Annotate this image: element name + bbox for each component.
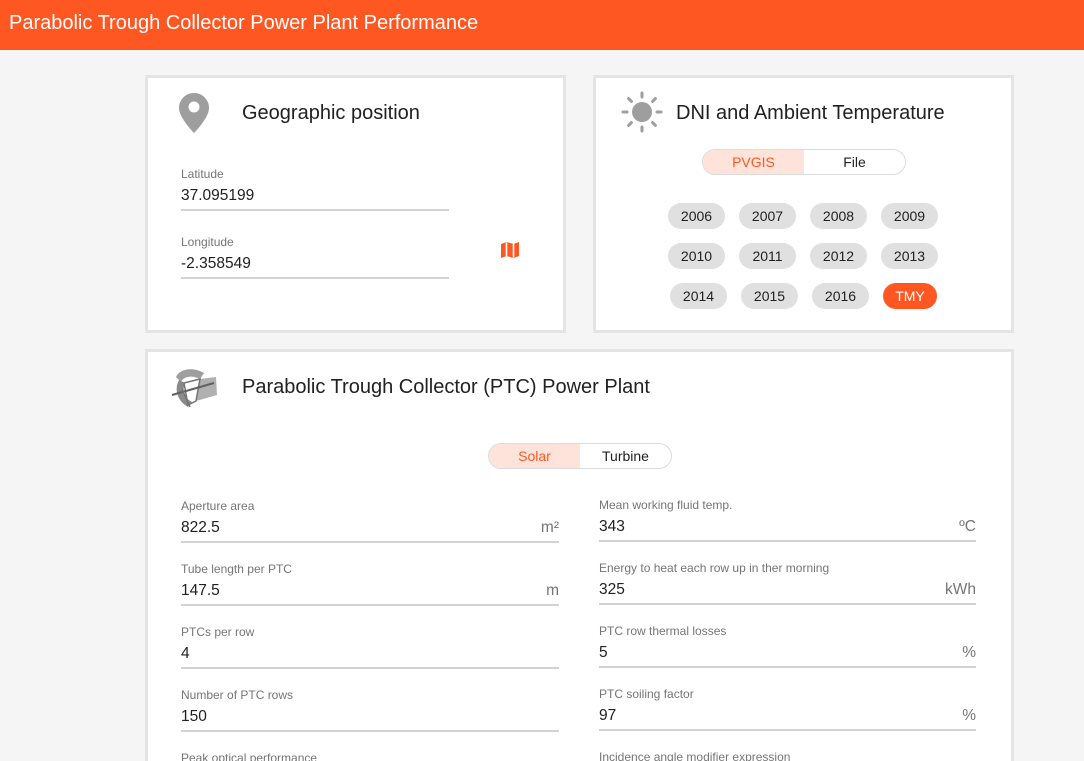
longitude-input[interactable]: -2.358549	[181, 255, 251, 273]
field-underline	[599, 729, 976, 731]
year-chip[interactable]: 2015	[741, 283, 798, 309]
map-pin-icon	[179, 93, 209, 133]
tube-length-input[interactable]: 147.5	[181, 582, 220, 600]
field-label: PTCs per row	[181, 625, 255, 639]
mean-fluid-temp-field[interactable]: Mean working fluid temp. 343 ºC	[599, 498, 976, 544]
row-thermal-losses-input[interactable]: 5	[599, 644, 608, 662]
year-chip[interactable]: 2013	[881, 243, 938, 269]
source-option-pvgis[interactable]: PVGIS	[703, 150, 804, 174]
heat-up-energy-input[interactable]: 325	[599, 581, 625, 599]
geographic-position-card: Geographic position Latitude 37.095199 L…	[145, 75, 566, 333]
year-chip[interactable]: 2016	[812, 283, 869, 309]
field-label: Energy to heat each row up in ther morni…	[599, 561, 830, 575]
field-unit: %	[962, 644, 976, 661]
trough-collector-icon	[171, 369, 217, 408]
tab-turbine[interactable]: Turbine	[580, 444, 671, 468]
field-underline	[181, 730, 559, 732]
source-option-file[interactable]: File	[804, 150, 905, 174]
latitude-field[interactable]: Latitude 37.095199	[181, 167, 449, 213]
app-title: Parabolic Trough Collector Power Plant P…	[9, 12, 479, 34]
field-label: PTC row thermal losses	[599, 624, 727, 638]
map-icon[interactable]	[500, 241, 520, 259]
field-label: Mean working fluid temp.	[599, 498, 733, 512]
dni-card-title: DNI and Ambient Temperature	[676, 102, 945, 124]
incidence-angle-modifier-field[interactable]: Incidence angle modifier expression	[599, 750, 976, 761]
dni-temperature-card: DNI and Ambient Temperature PVGIS File 2…	[593, 75, 1014, 333]
field-underline	[599, 540, 976, 542]
field-label: Incidence angle modifier expression	[599, 750, 791, 761]
field-underline	[181, 604, 559, 606]
tube-length-field[interactable]: Tube length per PTC 147.5 m	[181, 562, 559, 608]
field-label: Tube length per PTC	[181, 562, 292, 576]
year-chip[interactable]: 2008	[810, 203, 867, 229]
year-chip[interactable]: 2009	[881, 203, 938, 229]
latitude-underline	[181, 209, 449, 211]
latitude-label: Latitude	[181, 167, 224, 181]
aperture-area-field[interactable]: Aperture area 822.5 m²	[181, 499, 559, 545]
dni-source-toggle: PVGIS File	[702, 149, 906, 175]
ptc-power-plant-card: Parabolic Trough Collector (PTC) Power P…	[145, 349, 1014, 761]
heat-up-energy-field[interactable]: Energy to heat each row up in ther morni…	[599, 561, 976, 607]
aperture-area-input[interactable]: 822.5	[181, 519, 220, 537]
latitude-input[interactable]: 37.095199	[181, 187, 254, 205]
field-unit: m²	[540, 519, 559, 536]
year-chip[interactable]: 2014	[670, 283, 727, 309]
field-unit: kWh	[945, 581, 976, 598]
field-label: Number of PTC rows	[181, 688, 294, 702]
ptc-card-title: Parabolic Trough Collector (PTC) Power P…	[242, 376, 650, 398]
field-underline	[181, 541, 559, 543]
year-chip[interactable]: 2006	[668, 203, 725, 229]
ptc-rows-field[interactable]: Number of PTC rows 150	[181, 688, 559, 734]
longitude-label: Longitude	[181, 235, 234, 249]
soiling-factor-input[interactable]: 97	[599, 707, 616, 725]
longitude-field[interactable]: Longitude -2.358549	[181, 235, 449, 281]
longitude-underline	[181, 277, 449, 279]
field-underline	[181, 667, 559, 669]
year-chip[interactable]: 2007	[739, 203, 796, 229]
field-unit: %	[962, 707, 976, 724]
field-unit: m	[546, 582, 559, 599]
field-underline	[599, 603, 976, 605]
ptcs-per-row-field[interactable]: PTCs per row 4	[181, 625, 559, 671]
ptcs-per-row-input[interactable]: 4	[181, 645, 190, 663]
field-unit: ºC	[959, 518, 976, 535]
year-chip-selected[interactable]: TMY	[883, 283, 937, 309]
peak-optical-performance-field[interactable]: Peak optical performance	[181, 751, 559, 761]
sun-icon	[621, 91, 663, 133]
mean-fluid-temp-input[interactable]: 343	[599, 518, 625, 536]
row-thermal-losses-field[interactable]: PTC row thermal losses 5 %	[599, 624, 976, 670]
year-chip[interactable]: 2010	[668, 243, 725, 269]
year-chip[interactable]: 2011	[739, 243, 796, 269]
tab-solar[interactable]: Solar	[489, 444, 580, 468]
ptc-rows-input[interactable]: 150	[181, 708, 207, 726]
field-label: Aperture area	[181, 499, 255, 513]
field-underline	[599, 666, 976, 668]
field-label: Peak optical performance	[181, 751, 318, 761]
ptc-section-toggle: Solar Turbine	[488, 443, 672, 469]
soiling-factor-field[interactable]: PTC soiling factor 97 %	[599, 687, 976, 733]
geo-card-title: Geographic position	[242, 102, 420, 124]
field-label: PTC soiling factor	[599, 687, 694, 701]
year-chip[interactable]: 2012	[810, 243, 867, 269]
app-bar: Parabolic Trough Collector Power Plant P…	[0, 0, 1084, 50]
